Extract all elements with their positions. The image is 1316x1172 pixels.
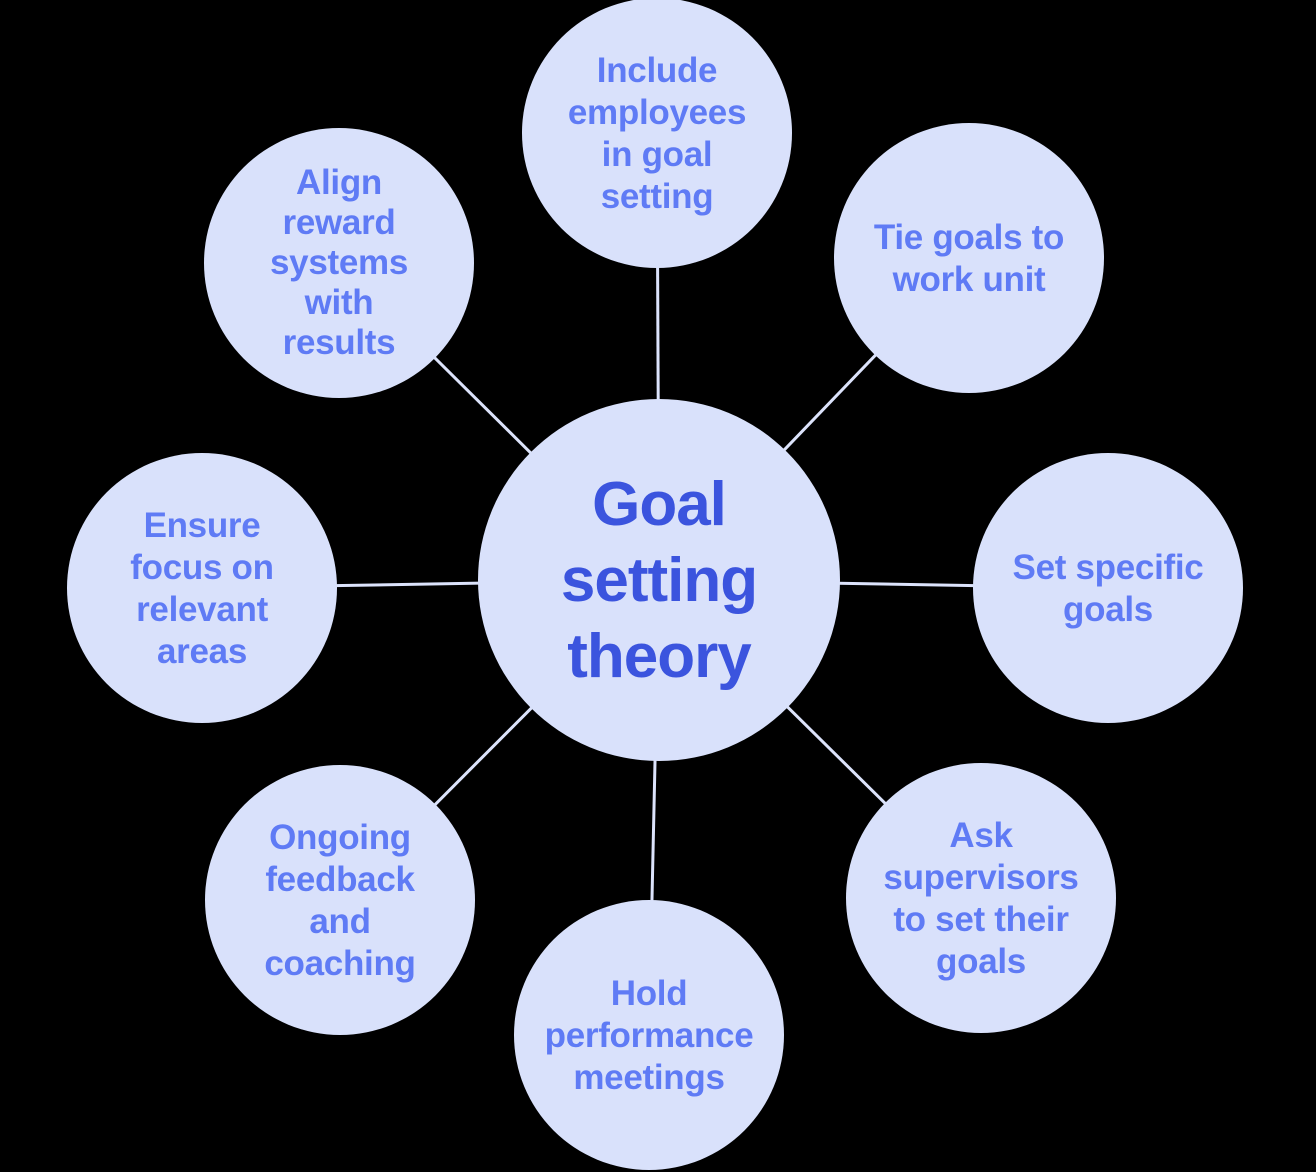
node-include-employees[interactable]: Include employees in goal setting	[522, 0, 792, 268]
node-circle-tie-goals	[834, 123, 1104, 393]
node-ensure-focus[interactable]: Ensure focus on relevant areas	[67, 453, 337, 723]
node-ask-supervisors[interactable]: Ask supervisors to set their goals	[846, 763, 1116, 1033]
center-node[interactable]: Goal setting theory	[478, 399, 840, 761]
connector-center-to-ask-supervisors	[785, 704, 888, 806]
connector-center-to-hold-performance-meetings	[650, 758, 657, 903]
connector-center-to-include-employees	[656, 265, 660, 402]
connector-center-to-ensure-focus	[334, 581, 481, 588]
diagram-canvas: Include employees in goal setting Tie goals …	[0, 0, 1316, 1172]
node-set-specific-goals[interactable]: Set specific goals	[973, 453, 1243, 723]
connector-center-to-tie-goals	[782, 352, 878, 453]
node-circle-set-specific-goals	[973, 453, 1243, 723]
connector-center-to-set-specific-goals	[837, 581, 976, 588]
node-align-reward-systems[interactable]: Align reward systems with results	[204, 128, 474, 398]
connector-center-to-ongoing-feedback	[432, 705, 534, 807]
connector-center-to-align-reward-systems	[432, 355, 533, 456]
goal-setting-theory-diagram: Include employees in goal settingTie goals …	[67, 0, 1243, 1170]
node-circle-ensure-focus	[67, 453, 337, 723]
node-ongoing-feedback[interactable]: Ongoing feedback and coaching	[205, 765, 475, 1035]
node-tie-goals[interactable]: Tie goals to work unit	[834, 123, 1104, 393]
node-circle-ask-supervisors	[846, 763, 1116, 1033]
node-circle-ongoing-feedback	[205, 765, 475, 1035]
node-hold-performance-meetings[interactable]: Hold performance meetings	[514, 900, 784, 1170]
